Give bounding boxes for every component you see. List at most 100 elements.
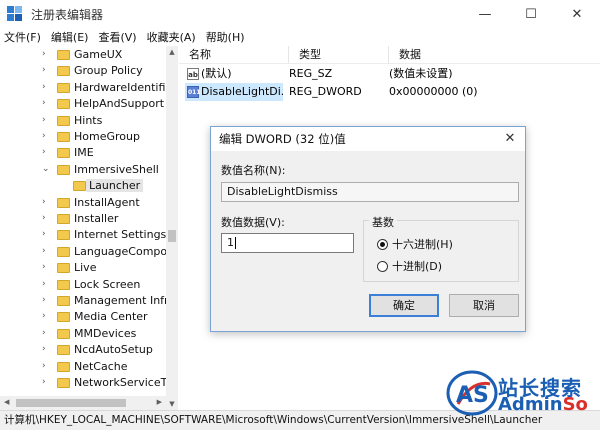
radio-dec-indicator[interactable] — [377, 260, 388, 272]
chevron-right-icon[interactable]: › — [42, 49, 52, 59]
tree-item[interactable]: › LanguageCompone — [0, 244, 168, 260]
tree-item[interactable]: › Installer — [0, 211, 168, 227]
chevron-right-icon[interactable]: › — [42, 65, 52, 75]
folder-icon — [57, 328, 70, 339]
radio-dec-label: 十进制(D) — [392, 260, 443, 273]
tree-item[interactable]: › HardwareIdentifica — [0, 80, 168, 96]
chevron-right-icon[interactable]: › — [42, 361, 52, 371]
scroll-up-icon[interactable]: ▲ — [167, 48, 177, 56]
adminso-logo-icon: AS — [446, 370, 498, 416]
tree-item[interactable]: › Media Center — [0, 309, 168, 325]
scroll-down-icon[interactable]: ▼ — [167, 400, 177, 408]
tree-vertical-scrollbar[interactable]: ▲ ▼ — [166, 46, 178, 410]
tree-item[interactable]: ⌄ ImmersiveShell — [0, 162, 168, 178]
chevron-right-icon[interactable]: › — [42, 131, 52, 141]
chevron-right-icon[interactable]: › — [42, 213, 52, 223]
tree-item[interactable]: › InstallAgent — [0, 195, 168, 211]
folder-icon — [57, 82, 70, 93]
edit-dword-dialog: 编辑 DWORD (32 位)值 ✕ 数值名称(N): DisableLight… — [210, 126, 526, 332]
chevron-right-icon[interactable]: › — [42, 229, 52, 239]
tree-item[interactable]: › NetworkServiceTrig — [0, 375, 168, 391]
cancel-button[interactable]: 取消 — [449, 294, 519, 317]
base-label: 基数 — [369, 214, 397, 230]
menu-help[interactable]: 帮助(H) — [206, 29, 245, 45]
chevron-right-icon[interactable]: › — [42, 147, 52, 157]
folder-icon — [57, 50, 70, 60]
chevron-right-icon[interactable]: › — [42, 246, 52, 256]
chevron-right-icon[interactable]: › — [42, 311, 52, 321]
value-data-field[interactable]: 1 — [221, 233, 354, 253]
chevron-right-icon[interactable]: › — [42, 377, 52, 387]
radio-dec[interactable]: 十进制(D) — [377, 258, 442, 274]
tree-item[interactable]: › HomeGroup — [0, 129, 168, 145]
folder-icon — [57, 214, 70, 224]
tree-item-label: HardwareIdentifica — [74, 80, 166, 94]
dialog-close-icon[interactable]: ✕ — [501, 130, 519, 148]
column-header-type[interactable]: 类型 — [289, 46, 389, 63]
registry-tree[interactable]: ›GameUX›Group Policy›HardwareIdentifica›… — [0, 46, 178, 410]
chevron-right-icon[interactable]: › — [42, 328, 52, 338]
chevron-right-icon[interactable]: › — [42, 197, 52, 207]
value-name-field[interactable]: DisableLightDismiss — [221, 182, 519, 202]
window-title: 注册表编辑器 — [31, 7, 104, 22]
list-header: 名称 类型 数据 — [179, 46, 600, 64]
chevron-right-icon[interactable]: › — [42, 82, 52, 92]
menu-view[interactable]: 查看(V) — [98, 29, 136, 45]
folder-icon — [57, 230, 70, 241]
folder-icon — [57, 99, 70, 110]
chevron-right-icon[interactable]: › — [42, 279, 52, 289]
watermark-en-text: AdminSo — [498, 394, 588, 415]
menu-edit[interactable]: 编辑(E) — [51, 29, 89, 45]
tree-item-label: HelpAndSupport — [74, 97, 165, 111]
tree-item[interactable]: › IME — [0, 145, 168, 161]
tree-item[interactable]: › GameUX — [0, 47, 168, 63]
column-header-name[interactable]: 名称 — [179, 46, 289, 63]
dialog-title: 编辑 DWORD (32 位)值 — [211, 127, 525, 151]
tree-item-label: NetCache — [74, 359, 128, 373]
tree-item[interactable]: › Lock Screen — [0, 277, 168, 293]
tree-item[interactable]: Launcher — [0, 178, 168, 194]
menu-favorites[interactable]: 收藏夹(A) — [147, 29, 196, 45]
radio-hex-indicator[interactable] — [377, 238, 388, 250]
close-button[interactable]: ✕ — [554, 0, 600, 28]
scroll-left-icon[interactable]: ◀ — [4, 398, 9, 406]
scroll-thumb[interactable] — [168, 230, 176, 242]
tree-item[interactable]: › Management Infra — [0, 293, 168, 309]
tree-item[interactable]: › NcdAutoSetup — [0, 342, 168, 358]
tree-item[interactable]: › Live — [0, 260, 168, 276]
folder-icon — [57, 66, 70, 77]
hscroll-thumb[interactable] — [16, 399, 126, 407]
chevron-right-icon[interactable]: › — [42, 115, 52, 125]
folder-icon — [57, 361, 70, 372]
value-name-cell: ab (默认) — [185, 65, 283, 83]
scroll-right-icon[interactable]: ▶ — [157, 398, 162, 406]
tree-item-label: Installer — [74, 212, 119, 225]
tree-item[interactable]: › MMDevices — [0, 326, 168, 342]
radio-hex[interactable]: 十六进制(H) — [377, 236, 453, 252]
folder-icon — [57, 197, 70, 208]
table-row[interactable]: 011 DisableLightDi... REG_DWORD 0x00000000 … — [179, 83, 600, 101]
table-row[interactable]: ab (默认) REG_SZ (数值未设置) — [179, 65, 600, 83]
tree-item[interactable]: › Internet Settings — [0, 227, 168, 243]
chevron-right-icon[interactable]: › — [42, 295, 52, 305]
radio-hex-label: 十六进制(H) — [392, 238, 453, 251]
tree-item[interactable]: › Hints — [0, 113, 168, 129]
chevron-down-icon[interactable]: ⌄ — [42, 164, 52, 174]
tree-item[interactable]: › NetCache — [0, 359, 168, 375]
column-header-data[interactable]: 数据 — [389, 46, 600, 63]
chevron-right-icon[interactable]: › — [42, 98, 52, 108]
value-name-cell: 011 DisableLightDi... — [185, 83, 283, 101]
tree-item[interactable]: › HelpAndSupport — [0, 96, 168, 112]
tree-item[interactable]: › Group Policy — [0, 63, 168, 79]
menu-file[interactable]: 文件(F) — [4, 29, 41, 45]
chevron-right-icon[interactable]: › — [42, 262, 52, 272]
maximize-button[interactable]: ☐ — [508, 0, 554, 28]
value-data-label: 数值数据(V): — [221, 216, 285, 229]
binary-value-icon: 011 — [187, 86, 201, 98]
chevron-right-icon[interactable]: › — [42, 344, 52, 354]
folder-icon — [57, 132, 70, 142]
tree-horizontal-scrollbar[interactable]: ◀ ▶ — [0, 396, 166, 410]
ok-button[interactable]: 确定 — [369, 294, 439, 317]
minimize-button[interactable]: — — [462, 0, 508, 28]
folder-icon — [57, 115, 70, 126]
